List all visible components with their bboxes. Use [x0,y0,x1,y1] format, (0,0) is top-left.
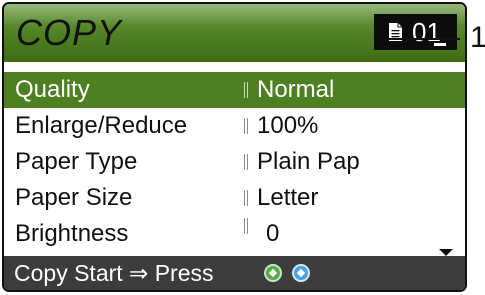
mono-start-icon [264,264,282,282]
lcd-screen: COPY 01 Quality Normal Enlarge/Reduce 10… [2,2,467,292]
copy-start-hint: Copy Start ⇒ Press [14,260,214,286]
status-bar: Copy Start ⇒ Press [4,256,465,290]
menu-item-label: Brightness [15,220,129,247]
menu-item-value: Normal [257,76,335,103]
menu-item-value: Plain Pap [257,148,360,175]
separator-marker [244,190,248,206]
menu-item-enlarge-reduce[interactable]: Enlarge/Reduce 100% [4,108,465,144]
callout-leader-line [385,38,460,40]
separator-marker [244,218,248,234]
separator-marker [244,154,248,170]
callout-number: 1 [470,21,485,54]
colour-start-icon [292,264,310,282]
menu-item-quality[interactable]: Quality Normal [4,72,465,108]
menu-item-value: Letter [257,184,319,211]
separator-marker [244,118,248,134]
scroll-down-icon[interactable] [439,249,453,256]
menu-item-label: Quality [15,76,90,103]
menu-item-label: Paper Size [15,184,133,211]
title-bar: COPY 01 [4,4,465,62]
settings-menu: Quality Normal Enlarge/Reduce 100% Paper… [4,72,465,252]
menu-item-value: 0 [266,220,280,247]
menu-item-label: Enlarge/Reduce [15,112,188,139]
copies-count-box[interactable]: 01 [374,14,457,50]
screen-title: COPY [16,12,123,53]
menu-item-paper-size[interactable]: Paper Size Letter [4,180,465,216]
menu-item-label: Paper Type [15,148,138,175]
input-cursor [434,43,446,46]
menu-item-paper-type[interactable]: Paper Type Plain Pap [4,144,465,180]
separator-marker [244,82,248,98]
menu-item-value: 100% [257,112,319,139]
figure: COPY 01 Quality Normal Enlarge/Reduce 10… [0,0,485,295]
menu-item-brightness[interactable]: Brightness 0 [4,216,465,252]
